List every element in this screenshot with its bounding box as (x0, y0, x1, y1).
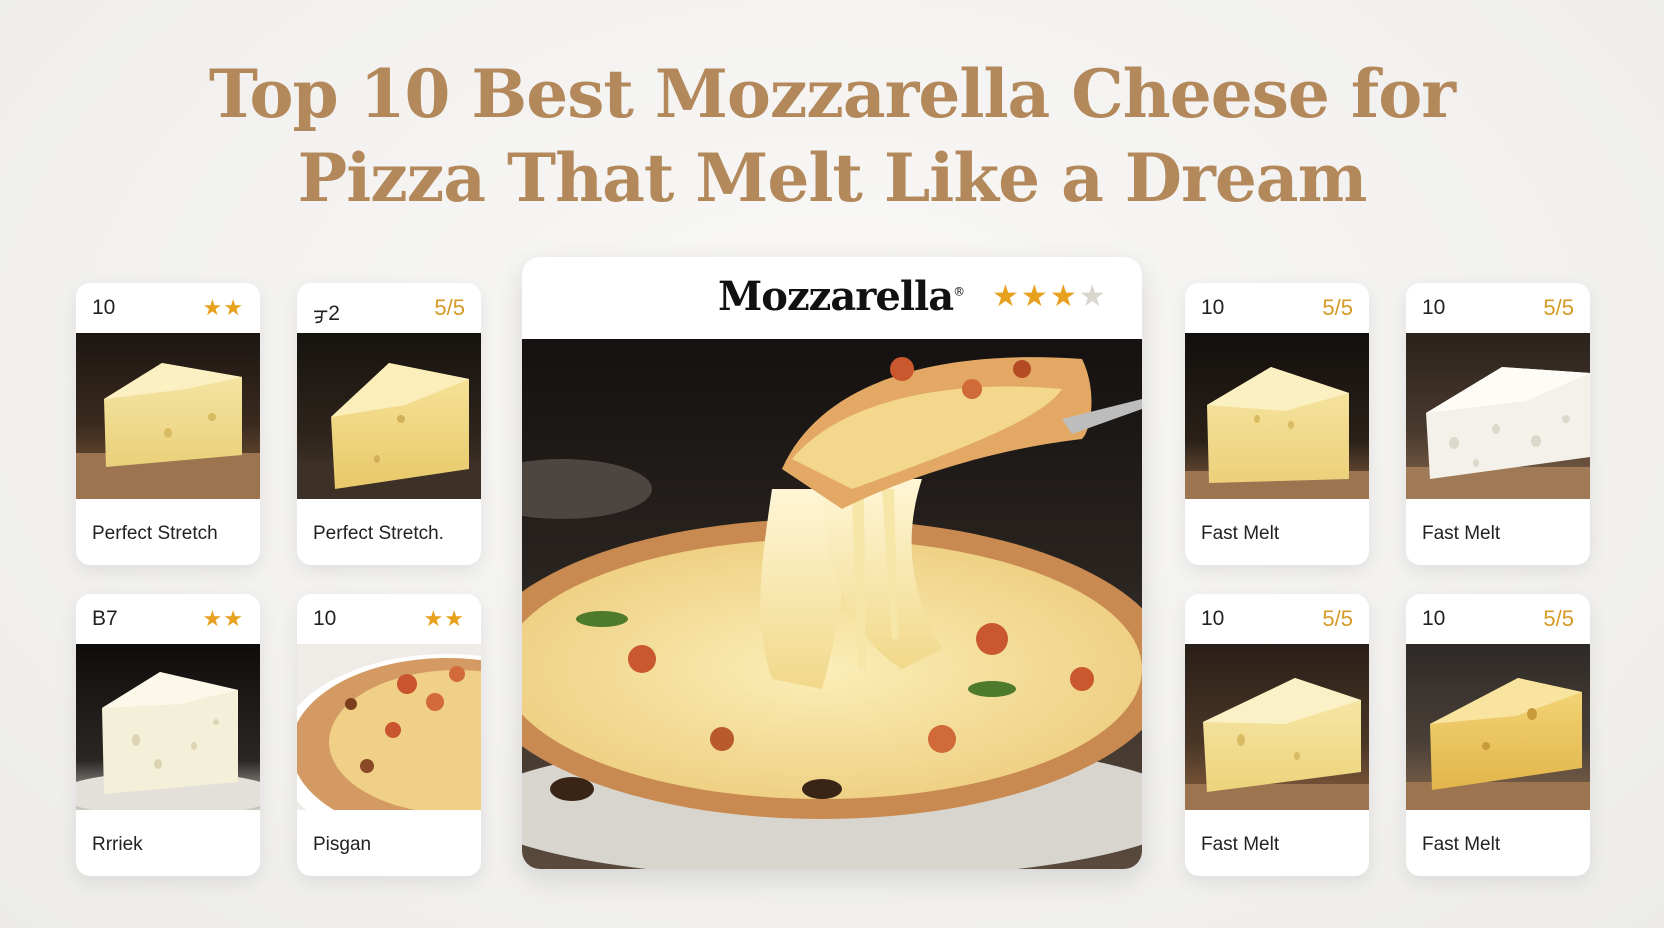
star-icon: ★ (1049, 280, 1079, 313)
card-label: Fast Melt (1201, 834, 1280, 855)
card-score: 5/5 (1322, 295, 1353, 320)
white-cheese-wedge-image (1406, 333, 1590, 499)
card-header: 10 ★★ (76, 283, 260, 333)
featured-header: Mozzarella® ★★★★ (522, 257, 1142, 339)
cheese-card-8[interactable]: 10 5/5 Fast Melt (1406, 594, 1590, 876)
card-number: 10 (1422, 607, 1446, 630)
card-label: Fast Melt (1422, 834, 1501, 855)
card-rating-stars: ★★ (202, 295, 244, 320)
card-header: 10 5/5 (1185, 594, 1369, 644)
card-label: Fast Melt (1201, 523, 1280, 544)
title-line-1: Top 10 Best Mozzarella Cheese for (208, 55, 1456, 133)
star-icon: ★ (1020, 280, 1050, 313)
star-empty-icon: ★ (1078, 280, 1108, 313)
aged-cheese-wedge-image (1406, 644, 1590, 810)
pizza-crust-image (297, 644, 481, 810)
card-label: Fast Melt (1422, 523, 1501, 544)
card-header: ᢖ2 5/5 (297, 283, 481, 333)
card-score: 5/5 (1543, 295, 1574, 320)
registered-mark: ® (953, 284, 965, 299)
card-number: ᢖ2 (313, 301, 340, 325)
card-number: 10 (313, 607, 337, 630)
cheese-card-7[interactable]: 10 5/5 Fast Melt (1185, 594, 1369, 876)
card-score: 5/5 (434, 295, 465, 320)
cheese-wedge-image (297, 333, 481, 499)
brand-name: Mozzarella® (718, 273, 965, 320)
card-rating-stars: ★★ (423, 606, 465, 631)
card-header: 10 ★★ (297, 594, 481, 644)
cheese-card-3[interactable]: B7 ★★ Rrriek (76, 594, 260, 876)
card-number: 10 (1201, 607, 1225, 630)
white-cheese-wedge-image (76, 644, 260, 810)
card-score: 5/5 (1543, 606, 1574, 631)
cheese-card-6[interactable]: 10 5/5 Fast Melt (1406, 283, 1590, 565)
cheese-wedge-image (1185, 333, 1369, 499)
card-label: Pisgan (313, 834, 372, 855)
title-line-2: Pizza That Melt Like a Dream (297, 139, 1368, 217)
card-label: Rrriek (92, 834, 143, 855)
brand-text: Mozzarella (718, 273, 954, 320)
featured-mozzarella-card[interactable]: Mozzarella® ★★★★ (522, 257, 1142, 869)
card-number: 10 (1422, 296, 1446, 319)
card-score: 5/5 (1322, 606, 1353, 631)
star-icon: ★ (992, 280, 1021, 313)
card-number: 10 (1201, 296, 1225, 319)
pizza-cheese-pull-image (522, 339, 1142, 869)
cheese-card-5[interactable]: 10 5/5 Fast Melt (1185, 283, 1369, 565)
card-header: B7 ★★ (76, 594, 260, 644)
card-label: Perfect Stretch (92, 523, 218, 544)
page-title: Top 10 Best Mozzarella Cheese for Pizza … (0, 52, 1664, 220)
cheese-card-1[interactable]: 10 ★★ Perfect Stretch (76, 283, 260, 565)
card-label: Perfect Stretch. (313, 523, 444, 544)
card-number: B7 (92, 607, 118, 630)
card-header: 10 5/5 (1406, 283, 1590, 333)
card-header: 10 5/5 (1406, 594, 1590, 644)
featured-rating: ★★★★ (992, 279, 1108, 314)
page: Top 10 Best Mozzarella Cheese for Pizza … (0, 0, 1664, 928)
card-rating-stars: ★★ (202, 606, 244, 631)
cheese-card-4[interactable]: 10 ★★ Pisgan (297, 594, 481, 876)
cheese-wedge-image (1185, 644, 1369, 810)
card-number: 10 (92, 296, 116, 319)
cheese-card-2[interactable]: ᢖ2 5/5 Perfect Stretch. (297, 283, 481, 565)
card-header: 10 5/5 (1185, 283, 1369, 333)
cheese-wedge-image (76, 333, 260, 499)
